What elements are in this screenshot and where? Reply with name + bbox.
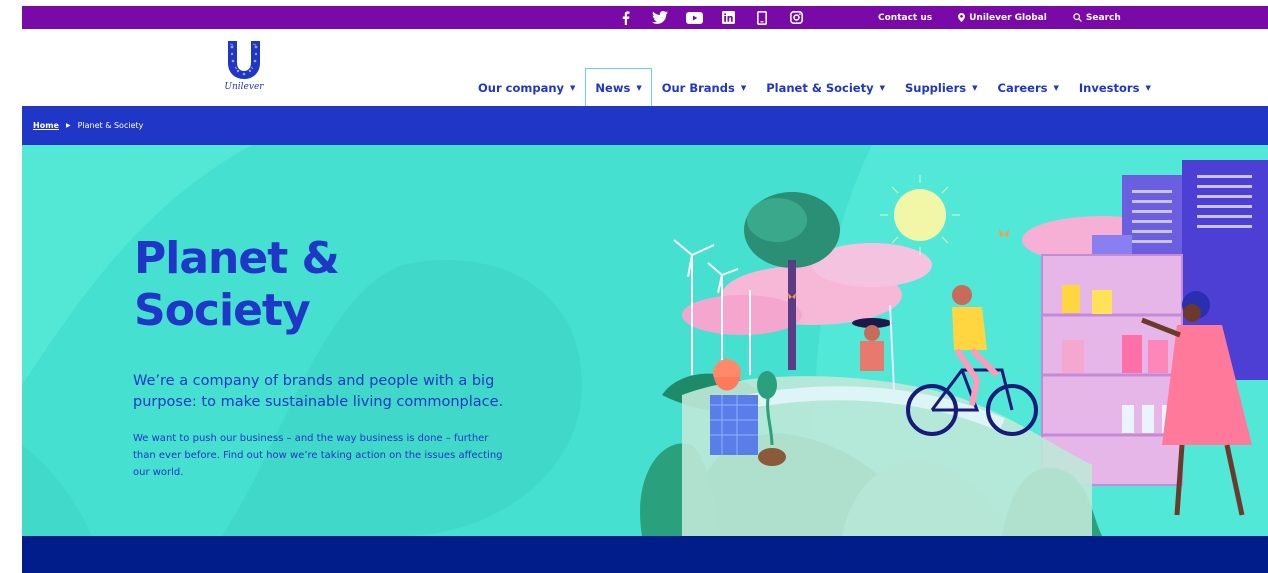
caret-down-icon: ▼ — [570, 83, 576, 92]
search-link[interactable]: Search — [1073, 13, 1121, 23]
nav-label: Our company — [478, 80, 565, 95]
global-label: Unilever Global — [969, 12, 1047, 23]
unilever-u-icon — [228, 41, 260, 79]
caret-down-icon: ▼ — [1145, 83, 1151, 92]
caret-down-icon: ▼ — [972, 83, 978, 92]
hero-title: Planet & Society — [134, 233, 340, 337]
hero-body: We want to push our business – and the w… — [133, 433, 503, 478]
nav-planet-society[interactable]: Planet & Society ▼ — [756, 68, 895, 107]
facebook-icon[interactable] — [617, 10, 635, 26]
caret-down-icon: ▼ — [1053, 83, 1059, 92]
nav-label: Planet & Society — [766, 80, 874, 95]
unilever-logo[interactable]: Unilever — [220, 39, 268, 97]
nav-our-brands[interactable]: Our Brands ▼ — [652, 68, 757, 107]
caret-down-icon: ▼ — [879, 83, 885, 92]
nav-suppliers[interactable]: Suppliers ▼ — [895, 68, 988, 107]
logo-wordmark: Unilever — [224, 82, 264, 92]
utility-links: Contact us Unilever Global Search — [878, 6, 1147, 29]
youtube-icon[interactable] — [685, 10, 703, 26]
nav-news[interactable]: News ▼ — [585, 68, 652, 107]
hero-illustration — [640, 145, 1268, 536]
caret-down-icon: ▼ — [740, 83, 747, 92]
breadcrumb: Home ▶ Planet & Society — [22, 106, 1268, 145]
nav-label: News — [595, 81, 631, 95]
breadcrumb-home[interactable]: Home — [33, 121, 59, 130]
location-pin-icon — [958, 13, 966, 22]
social-links — [617, 6, 821, 29]
hero-title-line1: Planet & — [134, 233, 340, 284]
hero-lead: We’re a company of brands and people wit… — [133, 373, 504, 410]
utility-bar: Contact us Unilever Global Search — [22, 6, 1268, 29]
contact-label: Contact us — [878, 12, 933, 23]
nav-label: Careers — [997, 80, 1048, 95]
global-link[interactable]: Unilever Global — [958, 13, 1047, 23]
breadcrumb-arrow-icon: ▶ — [65, 122, 71, 129]
search-icon — [1073, 13, 1082, 22]
nav-our-company[interactable]: Our company ▼ — [468, 68, 585, 107]
hero-title-line2: Society — [134, 285, 311, 336]
main-nav: Our company ▼ News ▼ Our Brands ▼ Planet & … — [468, 68, 1161, 107]
nav-careers[interactable]: Careers ▼ — [988, 68, 1069, 107]
nav-label: Investors — [1078, 80, 1140, 95]
phone-icon[interactable] — [753, 10, 771, 26]
site-header: Unilever Our company ▼ News ▼ Our Brands ▼ … — [22, 29, 1268, 107]
nav-investors[interactable]: Investors ▼ — [1069, 68, 1161, 107]
twitter-icon[interactable] — [651, 10, 669, 26]
contact-link[interactable]: Contact us — [878, 13, 932, 23]
breadcrumb-current: Planet & Society — [77, 121, 144, 130]
caret-down-icon: ▼ — [636, 84, 642, 92]
instagram-icon[interactable] — [787, 10, 805, 26]
page: Contact us Unilever Global Search Unilev… — [0, 0, 1268, 573]
search-label: Search — [1085, 12, 1121, 23]
section-band — [22, 536, 1268, 573]
nav-label: Our Brands — [661, 80, 735, 95]
nav-label: Suppliers — [904, 80, 967, 95]
hero-banner: Planet & Society We’re a company of bran… — [22, 145, 1268, 536]
linkedin-icon[interactable] — [719, 10, 737, 26]
